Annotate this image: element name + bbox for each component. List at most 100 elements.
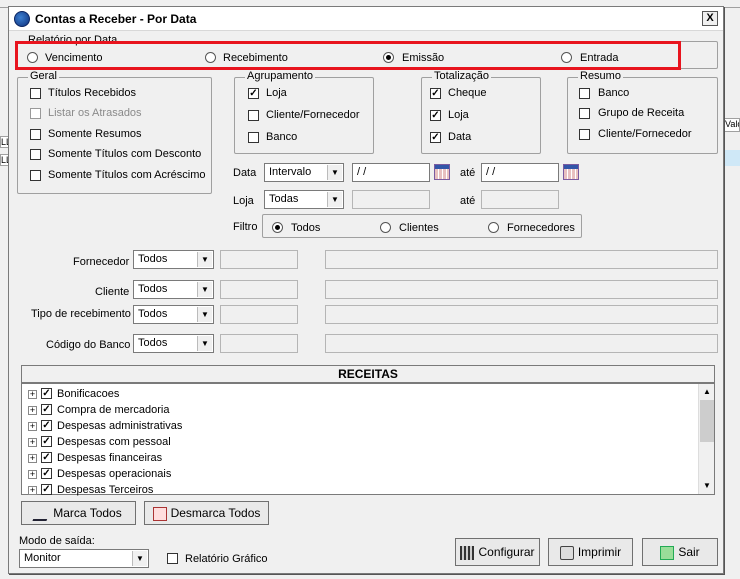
label-listar-atrasados: Listar os Atrasados: [48, 107, 142, 119]
checkbox-total-loja[interactable]: ✓: [430, 110, 441, 121]
codigo-banco-select[interactable]: Todos ▼: [133, 334, 214, 353]
date-from-input[interactable]: / /: [352, 163, 430, 182]
check-pencil-icon: [32, 506, 52, 521]
checkbox-agrup-banco[interactable]: [248, 132, 259, 143]
checkbox-total-cheque[interactable]: ✓: [430, 88, 441, 99]
radio-filtro-fornecedores[interactable]: [488, 222, 499, 233]
ate-label-2: até: [460, 195, 476, 207]
expand-plus-icon[interactable]: +: [28, 406, 37, 415]
calendar-icon[interactable]: [434, 164, 450, 180]
expand-plus-icon[interactable]: +: [28, 390, 37, 399]
geral-group-label: Geral: [28, 70, 59, 82]
label-resumo-grupo-receita: Grupo de Receita: [598, 107, 685, 119]
fornecedor-name-input[interactable]: [325, 250, 718, 269]
loja-to-input[interactable]: [481, 190, 559, 209]
checkbox-listar-atrasados[interactable]: [30, 108, 41, 119]
checkbox-somente-desconto[interactable]: [30, 149, 41, 160]
exit-door-icon: [660, 545, 675, 560]
checkbox-titulos-recebidos[interactable]: [30, 88, 41, 99]
chevron-down-icon: ▼: [197, 252, 212, 267]
label-resumo-cliente-fornecedor: Cliente/Fornecedor: [598, 128, 692, 140]
checkbox-agrup-loja[interactable]: ✓: [248, 88, 259, 99]
chevron-down-icon: ▼: [197, 307, 212, 322]
tree-checkbox[interactable]: ✓: [41, 404, 52, 415]
tipo-recebimento-code-input[interactable]: [220, 305, 298, 324]
chevron-down-icon: ▼: [327, 165, 342, 180]
ate-label-1: até: [460, 167, 476, 179]
checkbox-agrup-cliente-fornecedor[interactable]: [248, 110, 259, 121]
tree-checkbox[interactable]: ✓: [41, 452, 52, 463]
scroll-thumb[interactable]: [700, 400, 714, 442]
radio-filtro-todos[interactable]: [272, 222, 283, 233]
fornecedor-label: Fornecedor: [73, 256, 130, 268]
radio-filtro-clientes[interactable]: [380, 222, 391, 233]
codigo-banco-name-input[interactable]: [325, 334, 718, 353]
data-tipo-select[interactable]: Intervalo ▼: [264, 163, 344, 182]
label-agrup-cliente-fornecedor: Cliente/Fornecedor: [266, 109, 360, 121]
codigo-banco-label: Código do Banco: [46, 339, 131, 351]
checkbox-resumo-banco[interactable]: [579, 88, 590, 99]
codigo-banco-code-input[interactable]: [220, 334, 298, 353]
tree-checkbox[interactable]: ✓: [41, 436, 52, 447]
cliente-name-input[interactable]: [325, 280, 718, 299]
fornecedor-code-input[interactable]: [220, 250, 298, 269]
imprimir-button[interactable]: Imprimir: [548, 538, 633, 566]
expand-plus-icon[interactable]: +: [28, 438, 37, 447]
configurar-button[interactable]: Configurar: [455, 538, 540, 566]
label-total-cheque: Cheque: [448, 87, 487, 99]
label-agrup-loja: Loja: [266, 87, 287, 99]
highlight-box: [15, 41, 681, 70]
tipo-recebimento-label: Tipo de recebimento: [31, 308, 131, 320]
chevron-down-icon: ▼: [327, 192, 342, 207]
loja-select[interactable]: Todas ▼: [264, 190, 344, 209]
label-titulos-recebidos: Títulos Recebidos: [48, 87, 137, 99]
date-to-input[interactable]: / /: [481, 163, 559, 182]
checkbox-total-data[interactable]: ✓: [430, 132, 441, 143]
calendar-icon[interactable]: [563, 164, 579, 180]
tipo-recebimento-select[interactable]: Todos ▼: [133, 305, 214, 324]
tree-checkbox[interactable]: ✓: [41, 388, 52, 399]
expand-plus-icon[interactable]: +: [28, 422, 37, 431]
totalizacao-group-label: Totalização: [432, 70, 492, 82]
checkbox-resumo-grupo-receita[interactable]: [579, 108, 590, 119]
label-resumo-banco: Banco: [598, 87, 630, 99]
label-agrup-banco: Banco: [266, 131, 298, 143]
label-somente-resumos: Somente Resumos: [48, 128, 142, 140]
receitas-tree[interactable]: + ✓ Bonificacoes + ✓ Compra de mercadoria + ✓…: [21, 383, 715, 496]
loja-from-input[interactable]: [352, 190, 430, 209]
tipo-recebimento-name-input[interactable]: [325, 305, 718, 324]
sair-button[interactable]: Sair: [642, 538, 718, 566]
checkbox-somente-acrescimo[interactable]: [30, 170, 41, 181]
expand-plus-icon[interactable]: +: [28, 470, 37, 479]
printer-icon: [559, 545, 574, 560]
marca-todos-button[interactable]: Marca Todos: [21, 501, 136, 525]
desmarca-todos-button[interactable]: Desmarca Todos: [144, 501, 269, 525]
label-somente-acrescimo: Somente Títulos com Acréscimo: [48, 169, 206, 181]
filtro-label: Filtro: [233, 221, 258, 233]
scroll-down-arrow-icon[interactable]: ▼: [699, 478, 715, 494]
chevron-down-icon: ▼: [132, 551, 147, 566]
app-globe-icon: [14, 11, 30, 27]
expand-plus-icon[interactable]: +: [28, 486, 37, 495]
scroll-up-arrow-icon[interactable]: ▲: [699, 384, 715, 400]
agrupamento-group-label: Agrupamento: [245, 70, 316, 82]
fornecedor-select[interactable]: Todos ▼: [133, 250, 214, 269]
tree-checkbox[interactable]: ✓: [41, 468, 52, 479]
tree-checkbox[interactable]: ✓: [41, 420, 52, 431]
cliente-select[interactable]: Todos ▼: [133, 280, 214, 299]
chevron-down-icon: ▼: [197, 282, 212, 297]
checkbox-resumo-cliente-fornecedor[interactable]: [579, 129, 590, 140]
vertical-scrollbar[interactable]: ▲ ▼: [698, 384, 714, 494]
label-filtro-todos: Todos: [291, 222, 321, 234]
modo-saida-select[interactable]: Monitor ▼: [19, 549, 149, 568]
label-filtro-clientes: Clientes: [399, 222, 439, 234]
expand-plus-icon[interactable]: +: [28, 454, 37, 463]
title-bar[interactable]: Contas a Receber - Por Data X: [9, 7, 723, 31]
chevron-down-icon: ▼: [197, 336, 212, 351]
modo-saida-label: Modo de saída:: [19, 535, 95, 547]
checkbox-somente-resumos[interactable]: [30, 129, 41, 140]
cliente-code-input[interactable]: [220, 280, 298, 299]
tree-checkbox[interactable]: ✓: [41, 484, 52, 495]
close-button[interactable]: X: [702, 11, 718, 26]
checkbox-relatorio-grafico[interactable]: [167, 553, 178, 564]
